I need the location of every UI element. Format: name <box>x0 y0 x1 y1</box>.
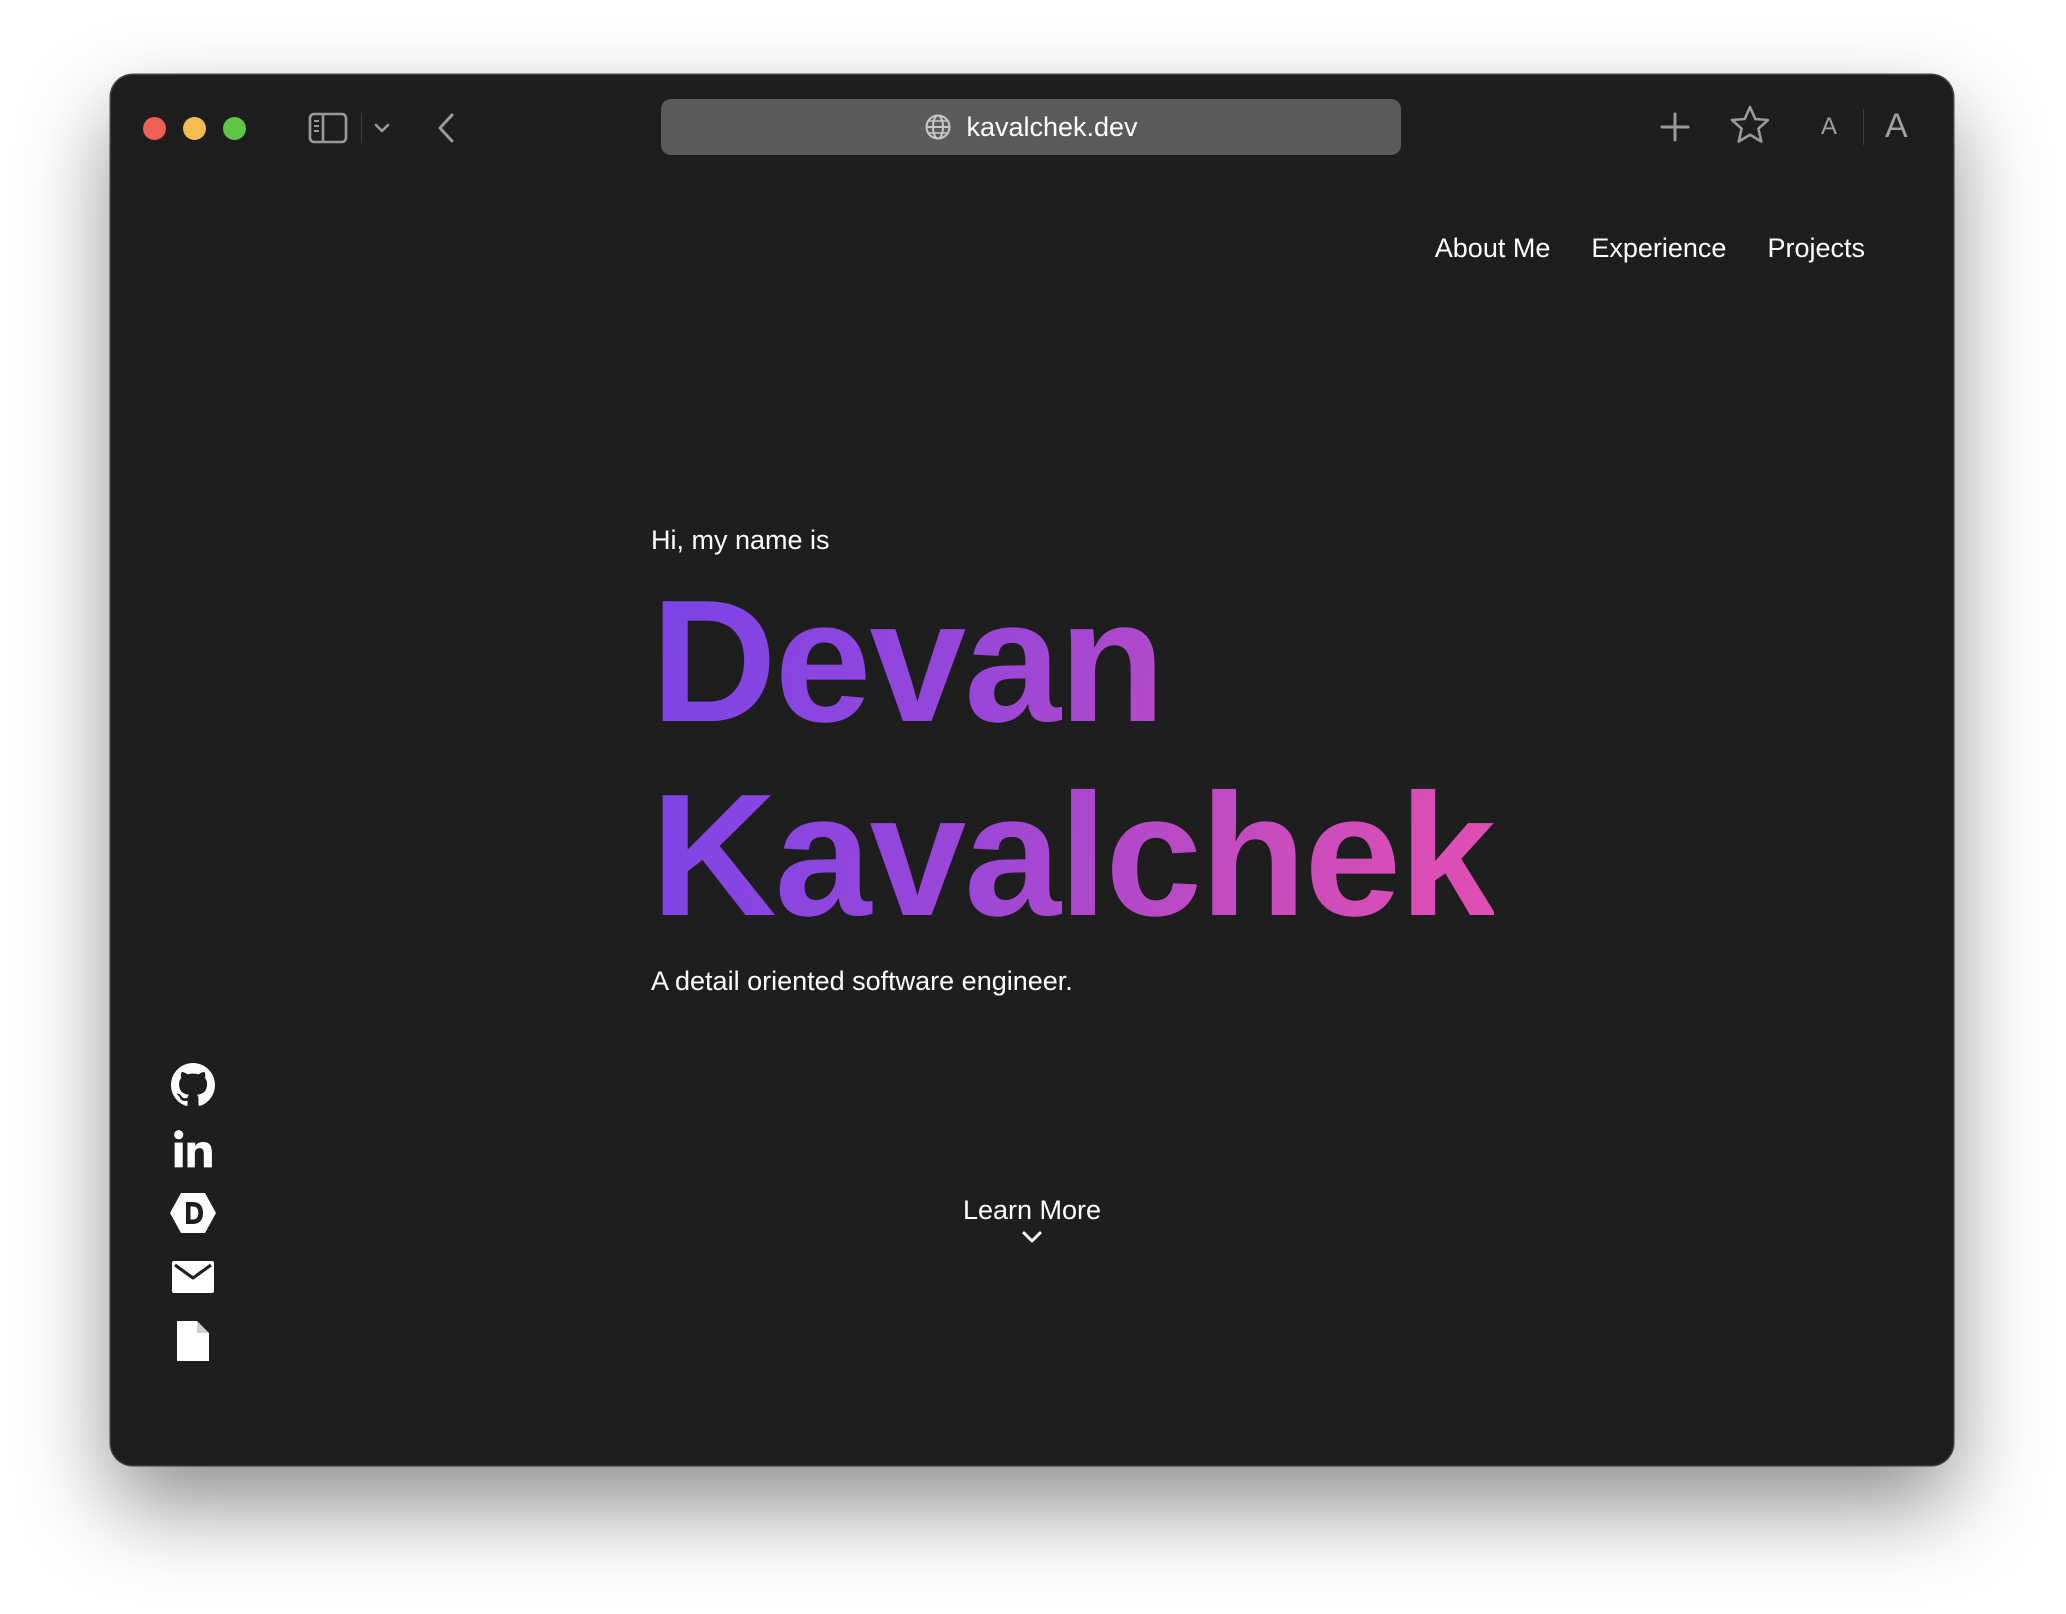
close-window-button[interactable] <box>143 117 166 140</box>
globe-icon <box>924 113 952 141</box>
minimize-window-button[interactable] <box>183 117 206 140</box>
browser-window: kavalchek.dev A A About Me Experience Pr… <box>111 75 1953 1465</box>
browser-toolbar: kavalchek.dev A A <box>111 75 1953 180</box>
back-arrow-icon[interactable] <box>431 109 461 147</box>
zoom-window-button[interactable] <box>223 117 246 140</box>
first-name: Devan <box>651 563 1164 758</box>
toolbar-divider <box>361 113 362 143</box>
github-icon[interactable] <box>169 1062 217 1108</box>
learn-more-button[interactable]: Learn More <box>111 1195 1953 1244</box>
tagline-text: A detail oriented software engineer. <box>651 966 1073 996</box>
sidebar-toggle-icon[interactable] <box>307 109 349 147</box>
greeting-text: Hi, my name is <box>651 525 830 555</box>
learn-more-label: Learn More <box>962 1195 1102 1225</box>
last-name: Kavalchek <box>651 757 1494 952</box>
address-bar[interactable]: kavalchek.dev <box>661 99 1401 155</box>
nav-projects[interactable]: Projects <box>1767 233 1865 264</box>
email-icon[interactable] <box>169 1254 217 1300</box>
site-nav: About Me Experience Projects <box>1435 233 1865 264</box>
text-size-large-button[interactable]: A <box>1885 107 1908 146</box>
nav-about-me[interactable]: About Me <box>1435 233 1551 264</box>
new-tab-plus-icon[interactable] <box>1655 107 1695 147</box>
bookmark-star-icon[interactable] <box>1728 103 1772 147</box>
hero-section: Hi, my name is Devan Kavalchek A detail … <box>651 525 1494 997</box>
hero-name: Devan Kavalchek <box>651 564 1494 952</box>
url-text: kavalchek.dev <box>966 111 1138 142</box>
resume-icon[interactable] <box>169 1318 217 1364</box>
toolbar-divider-right <box>1863 109 1864 145</box>
text-size-small-button[interactable]: A <box>1821 113 1837 141</box>
nav-experience[interactable]: Experience <box>1591 233 1726 264</box>
linkedin-icon[interactable] <box>169 1126 217 1172</box>
chevron-down-icon <box>1022 1231 1042 1243</box>
chevron-down-icon[interactable] <box>369 115 395 141</box>
